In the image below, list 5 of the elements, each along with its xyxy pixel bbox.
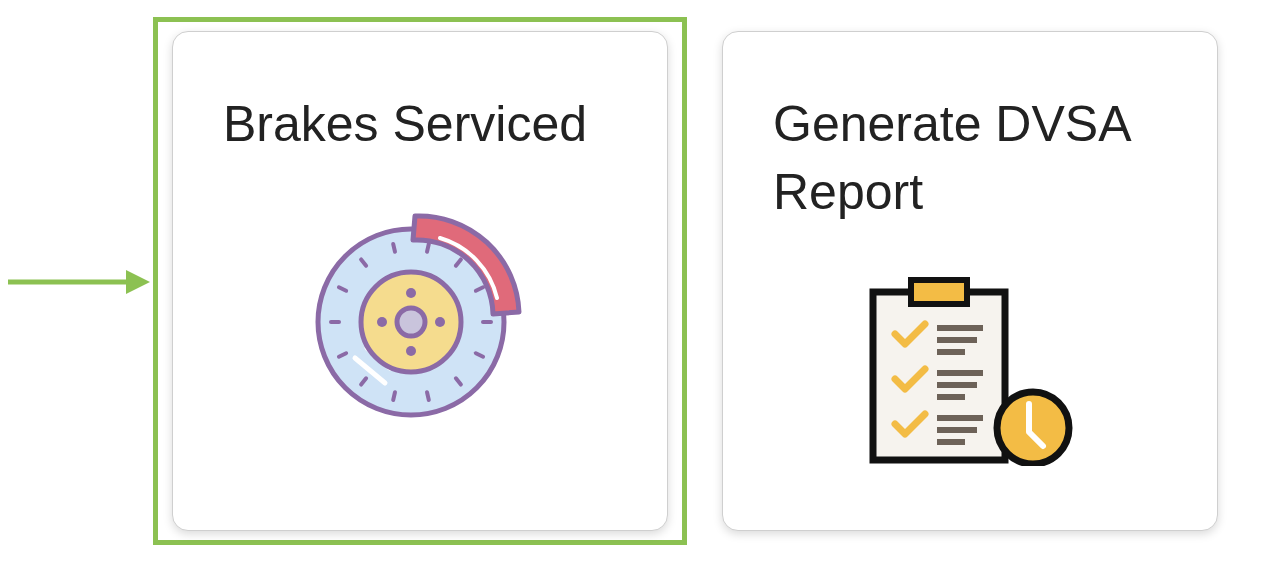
arrow-icon	[8, 267, 150, 297]
action-card[interactable]: Generate DVSA Report	[722, 31, 1218, 531]
action-card[interactable]: Brakes Serviced	[172, 31, 668, 531]
card-title: Brakes Serviced	[223, 95, 589, 154]
card-title: Generate DVSA Report	[773, 95, 1131, 222]
